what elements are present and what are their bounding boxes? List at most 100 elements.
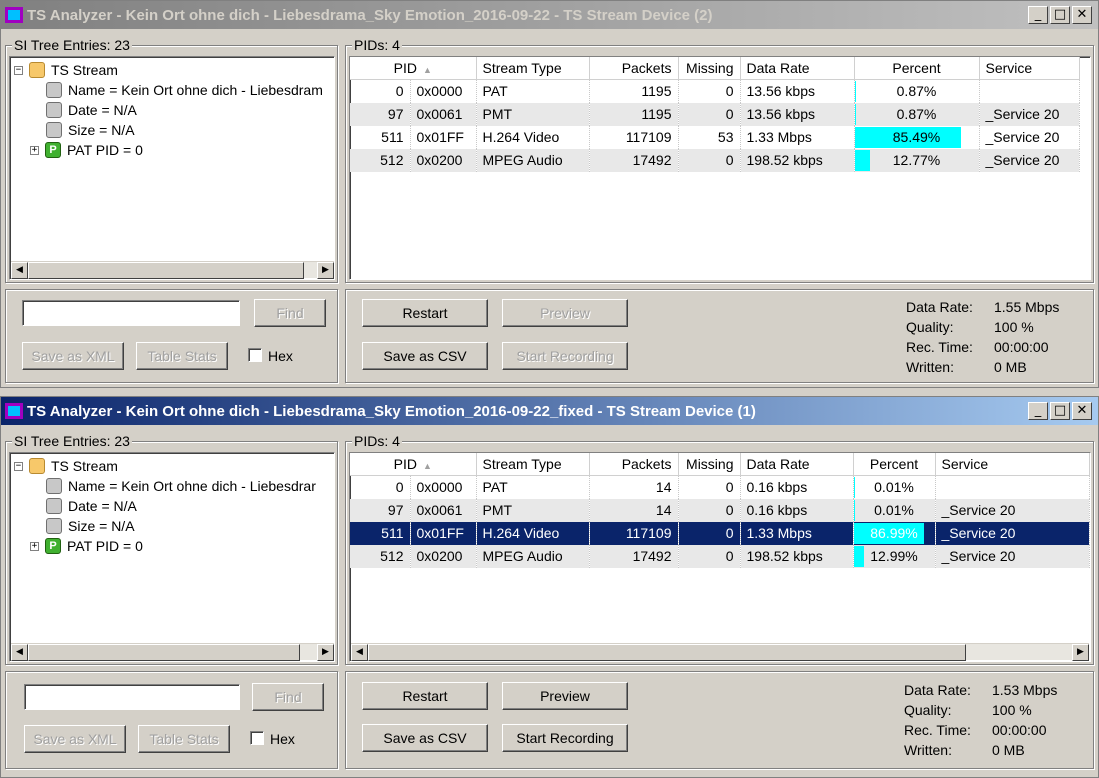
maximize-icon[interactable]: □ [1050, 6, 1070, 24]
table-row[interactable]: 512 0x0200 MPEG Audio 17492 0 198.52 kbp… [350, 544, 1090, 568]
col-header-service[interactable]: Service [935, 453, 1090, 476]
tree-node-label: PAT PID = 0 [67, 142, 143, 158]
save-xml-button[interactable]: Save as XML [24, 725, 126, 753]
col-header-pid[interactable]: PID ▲ [350, 57, 477, 80]
minimize-icon[interactable]: _ [1028, 402, 1048, 420]
tree-node-pat[interactable]: + P PAT PID = 0 [30, 536, 143, 556]
scroll-thumb[interactable] [28, 644, 300, 661]
table-stats-button[interactable]: Table Stats [136, 342, 228, 370]
tree-node-label: Name = Kein Ort ohne dich - Liebesdram [68, 82, 323, 98]
title-bar[interactable]: TS Analyzer - Kein Ort ohne dich - Liebe… [1, 397, 1098, 425]
tree-node-size[interactable]: Size = N/A [46, 516, 135, 536]
table-row[interactable]: 97 0x0061 PMT 1195 0 13.56 kbps 0.87% _S… [350, 102, 1080, 126]
expand-icon[interactable]: + [30, 541, 39, 551]
table-row[interactable]: 511 0x01FF H.264 Video 117109 53 1.33 Mb… [350, 125, 1080, 149]
collapse-icon[interactable]: − [14, 65, 23, 75]
cell-packets: 1195 [589, 79, 679, 103]
tree-node-date[interactable]: Date = N/A [46, 100, 137, 120]
si-tree[interactable]: − TS Stream Name = Kein Ort ohne dich - … [9, 452, 335, 662]
tree-node-date[interactable]: Date = N/A [46, 496, 137, 516]
scroll-left-icon[interactable]: ◀ [351, 644, 368, 661]
tree-hscrollbar[interactable]: ◀ ▶ [11, 261, 334, 279]
cell-rate: 13.56 kbps [740, 102, 855, 126]
scroll-right-icon[interactable]: ▶ [1072, 644, 1089, 661]
col-header-packets[interactable]: Packets [589, 57, 679, 80]
minimize-icon[interactable]: _ [1028, 6, 1048, 24]
close-icon[interactable]: ✕ [1072, 402, 1092, 420]
col-header-missing[interactable]: Missing [678, 453, 741, 476]
search-input[interactable] [22, 300, 240, 326]
col-header-service[interactable]: Service [979, 57, 1080, 80]
restart-button[interactable]: Restart [362, 682, 488, 710]
start-recording-button[interactable]: Start Recording [502, 342, 628, 370]
title-bar[interactable]: TS Analyzer - Kein Ort ohne dich - Liebe… [1, 1, 1098, 29]
scroll-thumb[interactable] [368, 644, 966, 661]
col-header-stream-type[interactable]: Stream Type [476, 57, 590, 80]
scroll-right-icon[interactable]: ▶ [317, 644, 334, 661]
cell-rate: 0.16 kbps [740, 475, 854, 499]
table-hscrollbar[interactable]: ◀ ▶ [351, 643, 1089, 661]
si-tree[interactable]: − TS Stream Name = Kein Ort ohne dich - … [9, 56, 335, 280]
tree-node-name[interactable]: Name = Kein Ort ohne dich - Liebesdram [46, 80, 323, 100]
pid-table-view[interactable]: PID ▲ Stream Type Packets Missing Data Ra… [349, 452, 1091, 662]
tree-node-pat[interactable]: + P PAT PID = 0 [30, 140, 143, 160]
table-row[interactable]: 97 0x0061 PMT 14 0 0.16 kbps 0.01% _Serv… [350, 498, 1090, 522]
table-row[interactable]: 512 0x0200 MPEG Audio 17492 0 198.52 kbp… [350, 148, 1080, 172]
table-row-selected[interactable]: 511 0x01FF H.264 Video 117109 0 1.33 Mbp… [350, 521, 1090, 545]
col-header-data-rate[interactable]: Data Rate [740, 453, 854, 476]
scroll-right-icon[interactable]: ▶ [317, 262, 334, 279]
tree-hscrollbar[interactable]: ◀ ▶ [11, 643, 334, 661]
col-header-packets[interactable]: Packets [589, 453, 679, 476]
written-label: Written: [904, 742, 952, 758]
scroll-thumb[interactable] [28, 262, 304, 279]
hex-checkbox[interactable] [250, 731, 264, 745]
hex-checkbox[interactable] [248, 348, 262, 362]
scroll-left-icon[interactable]: ◀ [11, 644, 28, 661]
tree-node-label: Size = N/A [68, 518, 135, 534]
collapse-icon[interactable]: − [14, 461, 23, 471]
find-button[interactable]: Find [252, 683, 324, 711]
col-header-missing[interactable]: Missing [678, 57, 741, 80]
tree-node-name[interactable]: Name = Kein Ort ohne dich - Liebesdrar [46, 476, 316, 496]
find-button[interactable]: Find [254, 299, 326, 327]
controls-group: Restart Preview Save as CSV Start Record… [345, 289, 1094, 383]
start-recording-button[interactable]: Start Recording [502, 724, 628, 752]
tree-node-ts-stream[interactable]: − TS Stream [14, 456, 118, 476]
cell-percent: 12.99% [853, 544, 936, 568]
expand-icon[interactable]: + [30, 145, 39, 155]
controls-group: Restart Preview Save as CSV Start Record… [345, 671, 1094, 769]
table-row[interactable]: 0 0x0000 PAT 1195 0 13.56 kbps 0.87% [350, 79, 1080, 103]
cell-pid: 0 [350, 475, 411, 499]
preview-button[interactable]: Preview [502, 299, 628, 327]
table-stats-button[interactable]: Table Stats [138, 725, 230, 753]
written-value: 0 MB [992, 742, 1025, 758]
table-row[interactable]: 0 0x0000 PAT 14 0 0.16 kbps 0.01% [350, 475, 1090, 499]
preview-button[interactable]: Preview [502, 682, 628, 710]
cell-rate: 1.33 Mbps [740, 521, 854, 545]
col-header-percent[interactable]: Percent [853, 453, 936, 476]
close-icon[interactable]: ✕ [1072, 6, 1092, 24]
tree-node-ts-stream[interactable]: − TS Stream [14, 60, 118, 80]
save-xml-button[interactable]: Save as XML [22, 342, 124, 370]
percent-text: 0.87% [896, 82, 937, 99]
cell-type: MPEG Audio [476, 148, 590, 172]
pid-table-view[interactable]: PID ▲ Stream Type Packets Missing Data Ra… [349, 56, 1091, 280]
tree-node-label: PAT PID = 0 [67, 538, 143, 554]
col-header-data-rate[interactable]: Data Rate [740, 57, 855, 80]
search-input[interactable] [24, 684, 240, 710]
save-csv-button[interactable]: Save as CSV [362, 724, 488, 752]
scroll-left-icon[interactable]: ◀ [11, 262, 28, 279]
pid-table: PID ▲ Stream Type Packets Missing Data Ra… [350, 453, 1090, 568]
restart-button[interactable]: Restart [362, 299, 488, 327]
col-header-percent[interactable]: Percent [854, 57, 980, 80]
maximize-icon[interactable]: □ [1050, 402, 1070, 420]
save-csv-button[interactable]: Save as CSV [362, 342, 488, 370]
data-rate-label: Data Rate: [906, 299, 973, 315]
app-icon [5, 403, 23, 419]
written-label: Written: [906, 359, 954, 375]
written-value: 0 MB [994, 359, 1027, 375]
col-header-stream-type[interactable]: Stream Type [476, 453, 590, 476]
col-header-pid[interactable]: PID ▲ [350, 453, 477, 476]
cell-percent: 86.99% [853, 521, 936, 545]
tree-node-size[interactable]: Size = N/A [46, 120, 135, 140]
